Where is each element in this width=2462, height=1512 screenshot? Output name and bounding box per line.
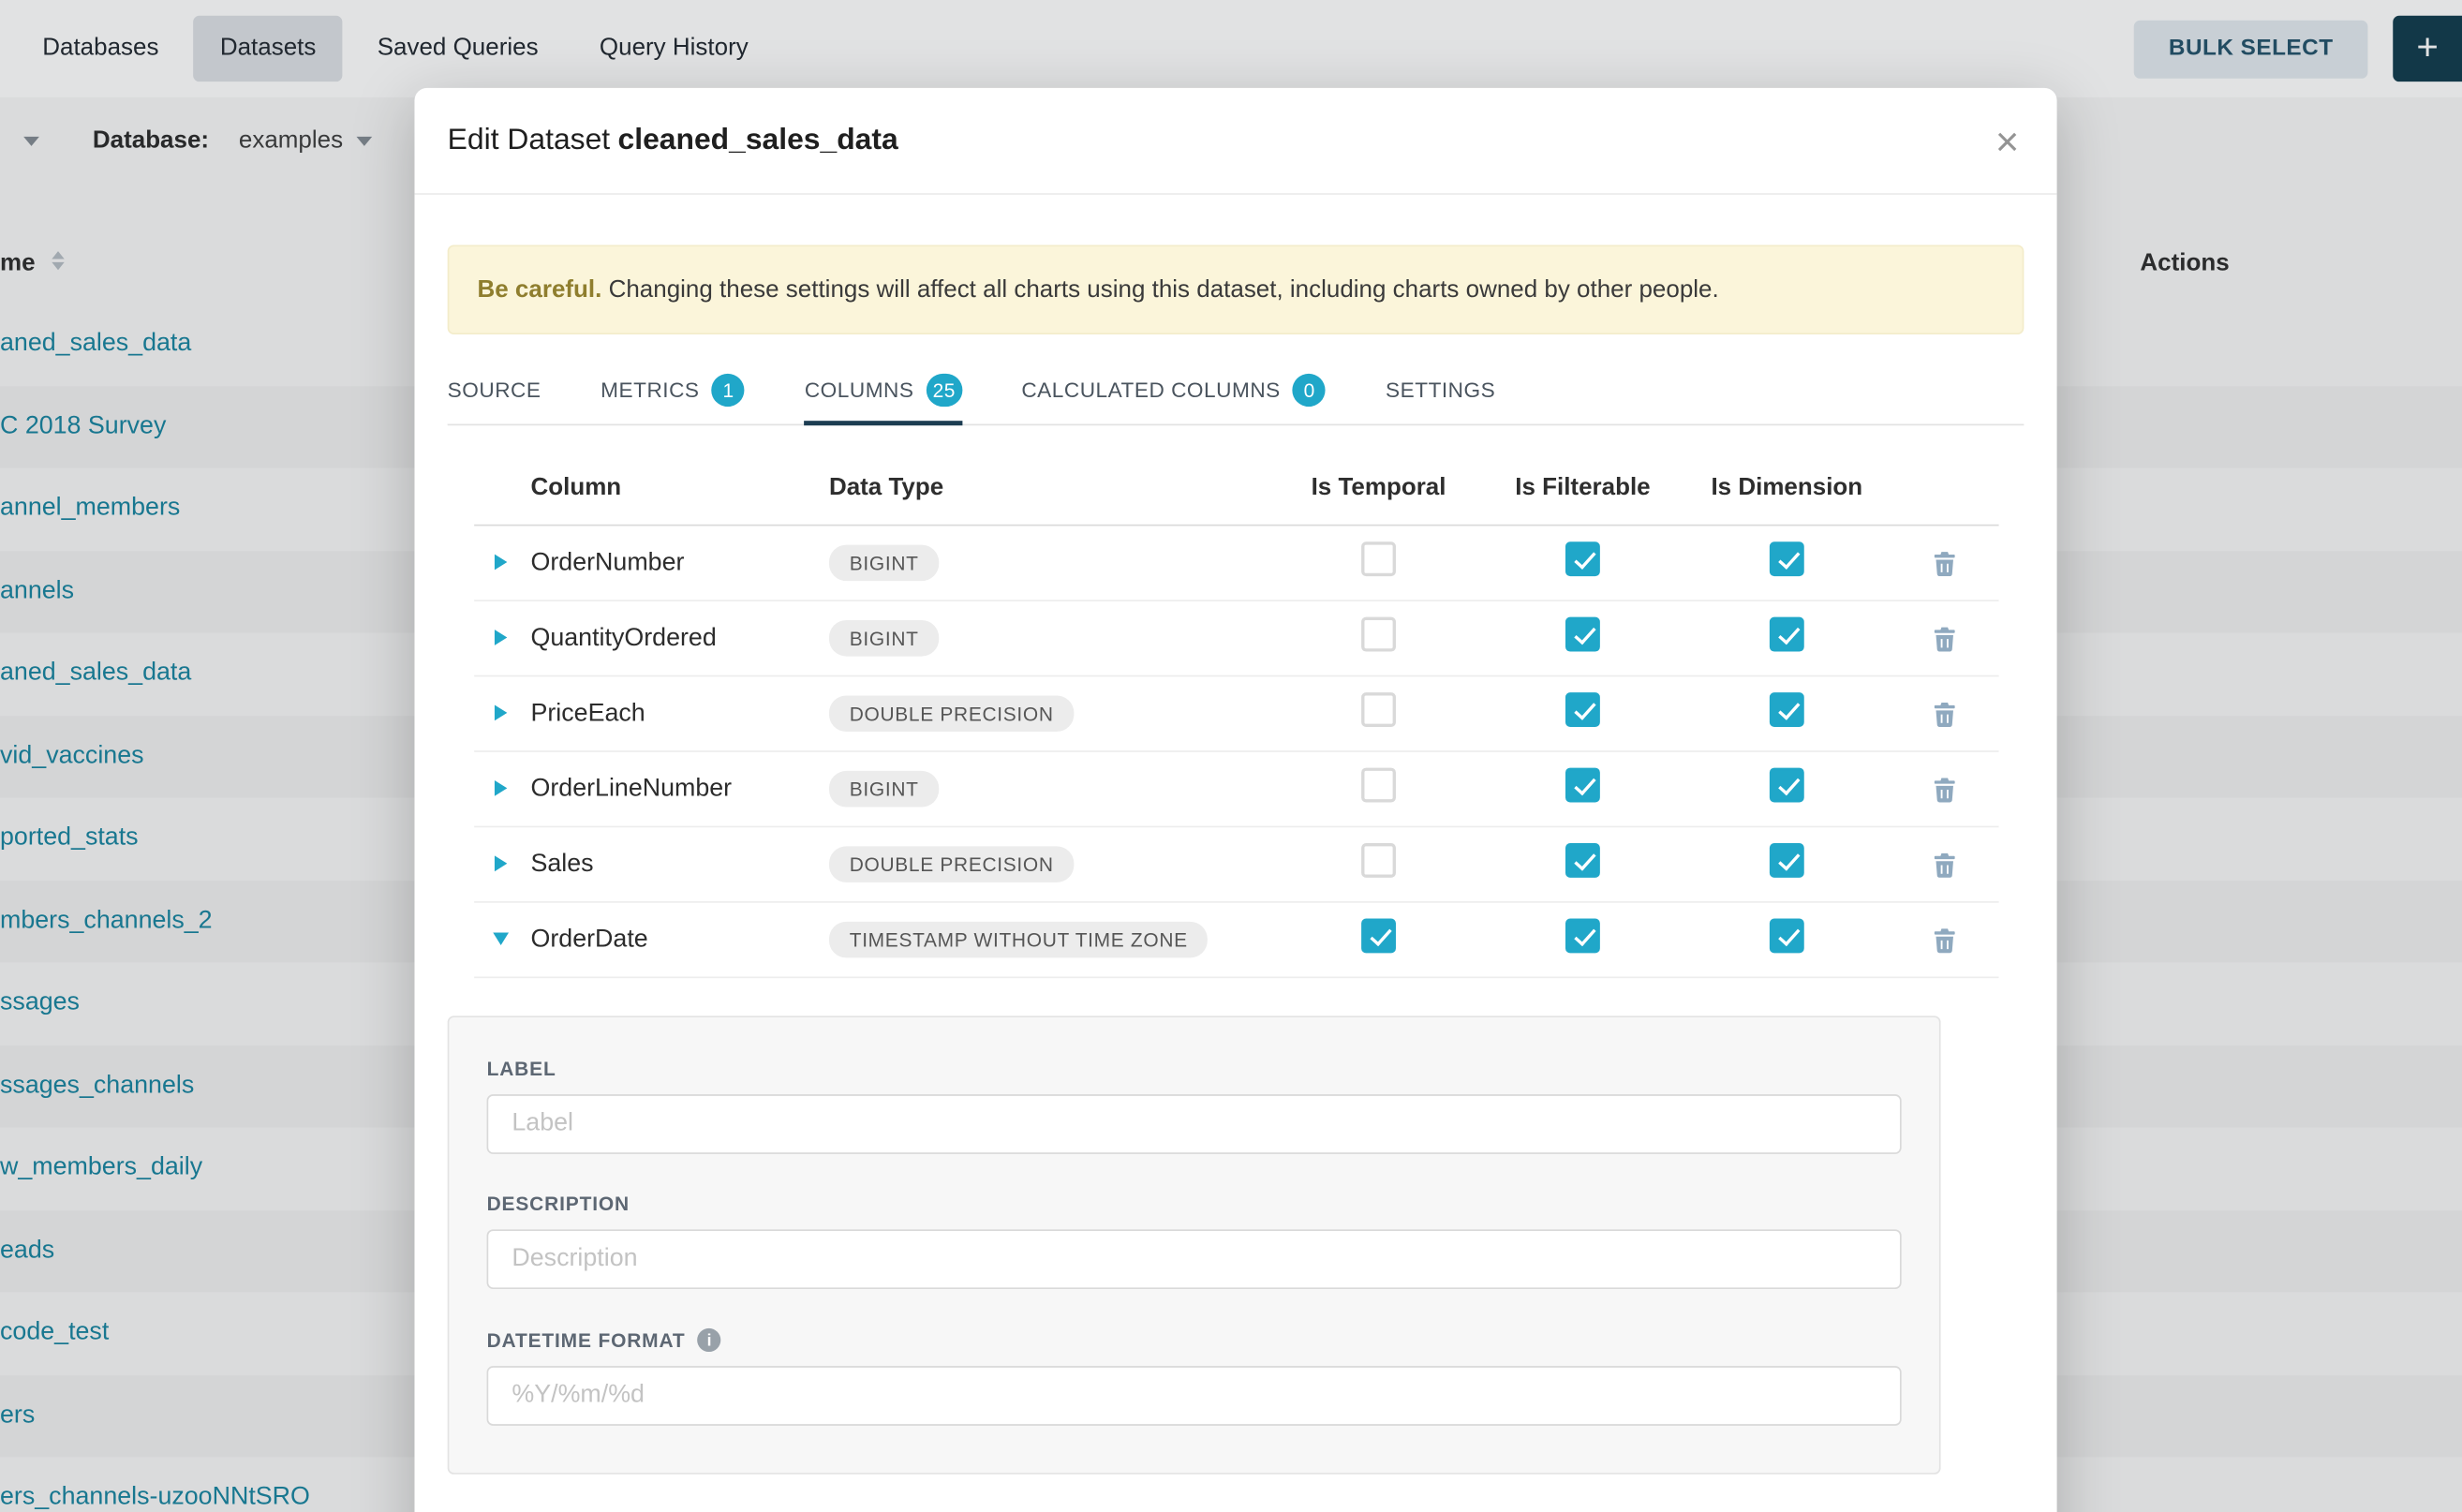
is-temporal-checkbox[interactable] [1361, 693, 1396, 728]
expand-caret-icon[interactable] [495, 554, 507, 570]
tab-source[interactable]: SOURCE [448, 357, 541, 424]
is-dimension-checkbox[interactable] [1770, 919, 1804, 954]
column-row: OrderDate TIMESTAMP WITHOUT TIME ZONE [474, 903, 1998, 978]
is-filterable-checkbox[interactable] [1565, 919, 1600, 954]
label-input[interactable] [487, 1095, 1902, 1155]
column-row: Sales DOUBLE PRECISION [474, 828, 1998, 903]
modal-title-prefix: Edit Dataset [448, 124, 610, 156]
modal-title: Edit Datasetcleaned_sales_data [448, 124, 898, 158]
expand-caret-icon[interactable] [495, 855, 507, 871]
modal-header: Edit Datasetcleaned_sales_data × [414, 88, 2056, 195]
column-name: OrderLineNumber [530, 776, 828, 804]
is-filterable-checkbox[interactable] [1565, 843, 1600, 878]
warning-bold: Be careful. [478, 276, 602, 303]
is-temporal-checkbox[interactable] [1361, 542, 1396, 577]
close-icon[interactable]: × [1995, 120, 2019, 161]
columns-table-header: Column Data Type Is Temporal Is Filterab… [474, 451, 1998, 526]
warning-banner: Be careful. Changing these settings will… [448, 245, 2024, 334]
is-filterable-checkbox[interactable] [1565, 617, 1600, 652]
is-temporal-checkbox[interactable] [1361, 768, 1396, 803]
column-name: Sales [530, 851, 828, 879]
delete-icon[interactable] [1932, 777, 1955, 802]
data-type-badge: BIGINT [829, 545, 939, 582]
column-name: OrderNumber [530, 549, 828, 577]
data-type-badge: TIMESTAMP WITHOUT TIME ZONE [829, 922, 1209, 958]
tab-settings[interactable]: SETTINGS [1386, 357, 1495, 424]
data-type-badge: BIGINT [829, 771, 939, 808]
delete-icon[interactable] [1932, 927, 1955, 953]
tab-label: SOURCE [448, 378, 541, 402]
tab-label: CALCULATED COLUMNS [1021, 378, 1280, 402]
is-filterable-checkbox[interactable] [1565, 542, 1600, 577]
tab-metrics[interactable]: METRICS 1 [601, 357, 745, 424]
datetime-format-field: DATETIME FORMAT i [487, 1328, 1902, 1426]
is-temporal-checkbox[interactable] [1361, 617, 1396, 652]
modal-body: Be careful. Changing these settings will… [414, 245, 2056, 1475]
warning-text: Changing these settings will affect all … [609, 276, 1719, 303]
tab-label: SETTINGS [1386, 378, 1495, 402]
datetime-format-field-label: DATETIME FORMAT i [487, 1328, 1902, 1352]
is-temporal-checkbox[interactable] [1361, 843, 1396, 878]
column-header: Column [530, 474, 828, 502]
tab-label: COLUMNS [805, 378, 914, 402]
is-filterable-checkbox[interactable] [1565, 768, 1600, 803]
tab-calculated-columns[interactable]: CALCULATED COLUMNS 0 [1021, 357, 1326, 424]
is-dimension-checkbox[interactable] [1770, 693, 1804, 728]
delete-icon[interactable] [1932, 852, 1955, 878]
is-dimension-checkbox[interactable] [1770, 542, 1804, 577]
column-editor-panel: LABEL DESCRIPTION DATETIME FORMAT i [448, 1016, 1941, 1475]
expand-caret-icon[interactable] [495, 704, 507, 720]
dataset-name: cleaned_sales_data [618, 124, 898, 156]
column-row: OrderNumber BIGINT [474, 526, 1998, 601]
data-type-badge: DOUBLE PRECISION [829, 696, 1075, 733]
column-row: QuantityOrdered BIGINT [474, 601, 1998, 676]
label-field: LABEL [487, 1059, 1902, 1154]
column-row: OrderLineNumber BIGINT [474, 752, 1998, 827]
is-dimension-checkbox[interactable] [1770, 843, 1804, 878]
tab-count-badge: 0 [1293, 374, 1326, 407]
tab-count-badge: 1 [712, 374, 745, 407]
expand-caret-icon[interactable] [495, 630, 507, 645]
is-filterable-checkbox[interactable] [1565, 693, 1600, 728]
is-temporal-checkbox[interactable] [1361, 919, 1396, 954]
info-icon[interactable]: i [698, 1328, 721, 1352]
column-name: QuantityOrdered [530, 625, 828, 653]
column-name: OrderDate [530, 926, 828, 954]
description-field: DESCRIPTION [487, 1193, 1902, 1289]
expand-caret-icon[interactable] [495, 780, 507, 796]
modal-tabs: SOURCE METRICS 1 COLUMNS 25 CALCULATED C… [448, 357, 2024, 426]
datetime-format-label-text: DATETIME FORMAT [487, 1329, 686, 1351]
delete-icon[interactable] [1932, 626, 1955, 651]
delete-icon[interactable] [1932, 551, 1955, 576]
column-name: PriceEach [530, 700, 828, 728]
app: Databases Datasets Saved Queries Query H… [0, 0, 2462, 1512]
tab-label: METRICS [601, 378, 699, 402]
data-type-header: Data Type [829, 474, 1277, 502]
tab-columns[interactable]: COLUMNS 25 [805, 357, 962, 424]
data-type-badge: BIGINT [829, 620, 939, 657]
delete-icon[interactable] [1932, 702, 1955, 727]
edit-dataset-modal: Edit Datasetcleaned_sales_data × Be care… [414, 88, 2056, 1512]
columns-table: Column Data Type Is Temporal Is Filterab… [474, 451, 1998, 978]
is-dimension-checkbox[interactable] [1770, 617, 1804, 652]
label-field-label: LABEL [487, 1059, 1902, 1080]
is-dimension-header: Is Dimension [1711, 474, 1862, 502]
is-dimension-checkbox[interactable] [1770, 768, 1804, 803]
data-type-badge: DOUBLE PRECISION [829, 847, 1075, 883]
is-filterable-header: Is Filterable [1515, 474, 1650, 502]
tab-count-badge: 25 [927, 374, 962, 407]
description-field-label: DESCRIPTION [487, 1193, 1902, 1215]
expand-caret-icon[interactable] [493, 932, 509, 944]
description-input[interactable] [487, 1230, 1902, 1290]
is-temporal-header: Is Temporal [1312, 474, 1446, 502]
column-row: PriceEach DOUBLE PRECISION [474, 677, 1998, 752]
datetime-format-input[interactable] [487, 1367, 1902, 1427]
